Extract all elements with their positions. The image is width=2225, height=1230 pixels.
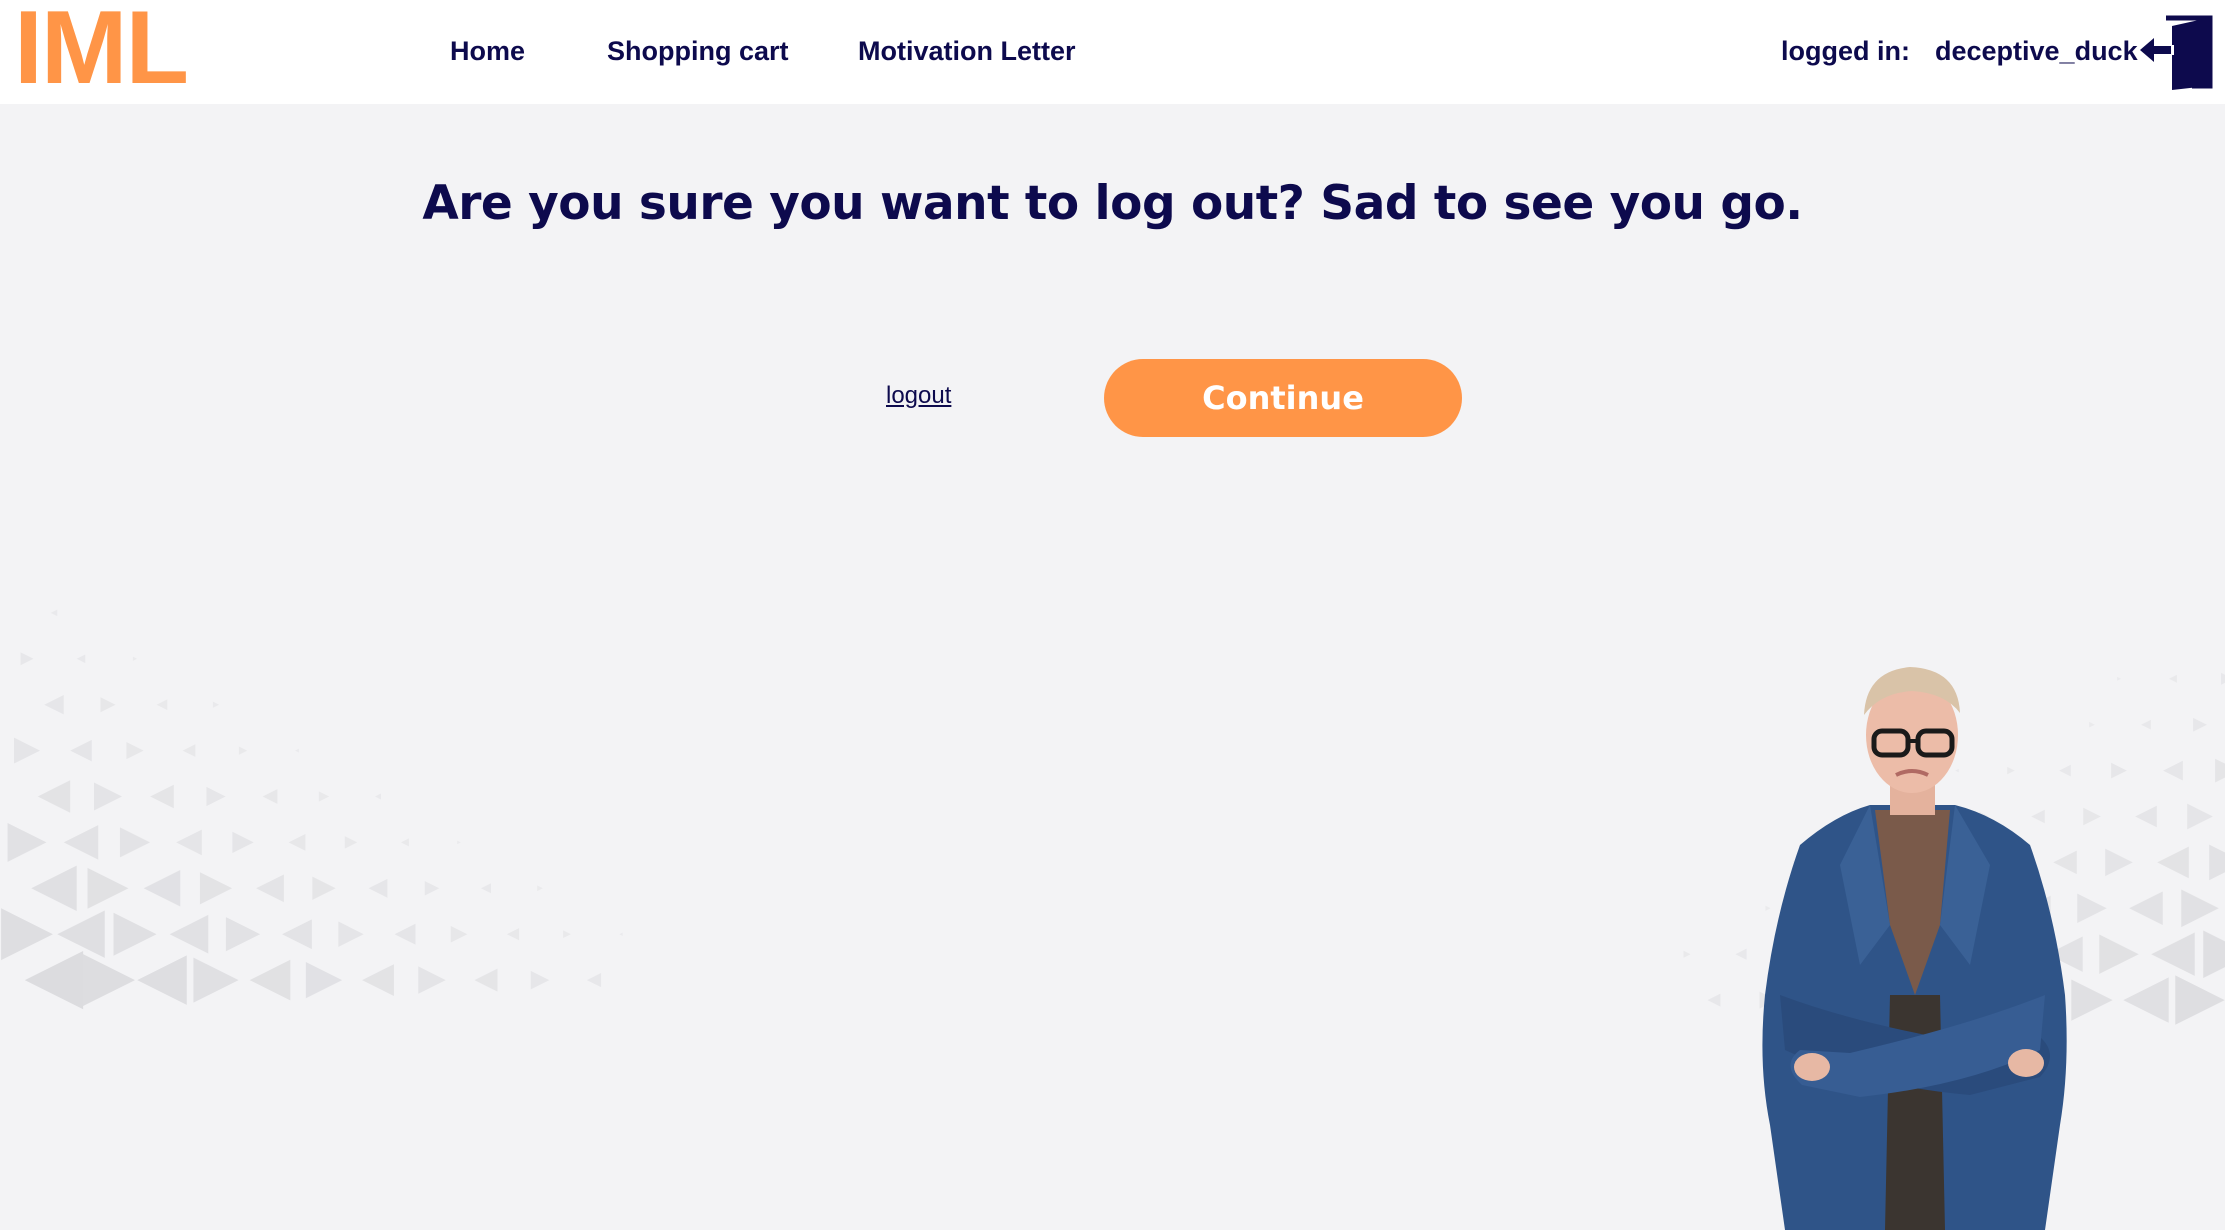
nav-shopping-cart-link[interactable]: Shopping cart <box>607 36 789 67</box>
iml-logo[interactable]: IML <box>14 0 189 100</box>
top-header: IML Home Shopping cart Motivation Letter… <box>0 0 2225 104</box>
logout-door-icon[interactable] <box>2138 14 2214 90</box>
left-triangle-pattern <box>1 609 623 1010</box>
logged-in-label: logged in: <box>1781 36 1910 66</box>
logout-page: IML Home Shopping cart Motivation Letter… <box>0 0 2225 1230</box>
person-illustration <box>1762 667 2067 1230</box>
username-text: deceptive_duck <box>1935 36 2138 66</box>
nav-motivation-letter-link[interactable]: Motivation Letter <box>858 36 1076 67</box>
logout-link[interactable]: logout <box>886 382 951 410</box>
nav-home-link[interactable]: Home <box>450 36 525 67</box>
logout-confirmation-heading: Are you sure you want to log out? Sad to… <box>422 176 1803 231</box>
continue-button[interactable]: Continue <box>1104 359 1462 437</box>
